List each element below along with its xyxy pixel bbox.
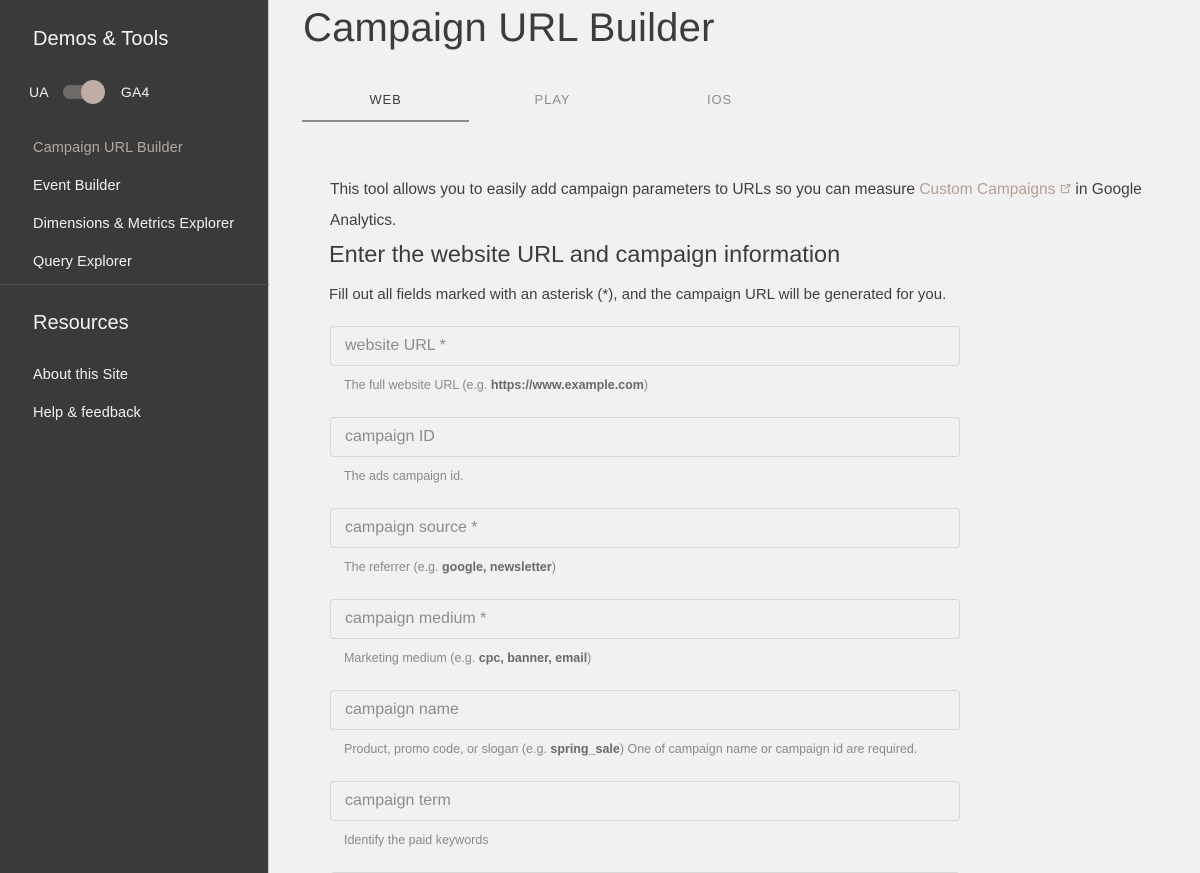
campaign-id-help: The ads campaign id. xyxy=(344,468,960,484)
custom-campaigns-link[interactable]: Custom Campaigns xyxy=(919,181,1075,198)
app-root: Demos & Tools UA GA4 Campaign URL Builde… xyxy=(0,0,1200,873)
tab-play[interactable]: PLAY xyxy=(469,92,636,122)
custom-campaigns-link-label: Custom Campaigns xyxy=(919,180,1056,198)
toggle-label-ga4: GA4 xyxy=(120,84,150,100)
campaign-id-input[interactable] xyxy=(330,417,960,457)
ua-ga4-toggle-switch[interactable] xyxy=(62,80,105,104)
field-group-campaign-term: Identify the paid keywords xyxy=(330,781,960,848)
campaign-name-help: Product, promo code, or slogan (e.g. spr… xyxy=(344,741,960,757)
campaign-term-input[interactable] xyxy=(330,781,960,821)
campaign-medium-input[interactable] xyxy=(330,599,960,639)
help-suffix: ) xyxy=(643,378,649,392)
help-prefix: The full website URL (e.g. xyxy=(344,378,491,392)
field-group-campaign-id: The ads campaign id. xyxy=(330,417,960,484)
campaign-source-input[interactable] xyxy=(330,508,960,548)
field-group-website-url: The full website URL (e.g. https://www.e… xyxy=(330,326,960,393)
sidebar-item-event-builder[interactable]: Event Builder xyxy=(0,167,269,205)
sidebar-divider xyxy=(0,284,269,285)
sidebar-item-help-feedback[interactable]: Help & feedback xyxy=(0,394,269,432)
tab-ios[interactable]: IOS xyxy=(636,92,803,122)
help-suffix: ) xyxy=(587,651,592,665)
tab-web[interactable]: WEB xyxy=(302,92,469,122)
field-group-campaign-medium: Marketing medium (e.g. cpc, banner, emai… xyxy=(330,599,960,666)
sidebar-item-query-explorer[interactable]: Query Explorer xyxy=(0,243,269,281)
help-prefix: Product, promo code, or slogan (e.g. xyxy=(344,742,551,756)
campaign-url-form: The full website URL (e.g. https://www.e… xyxy=(330,326,960,873)
toggle-label-ua: UA xyxy=(29,84,49,100)
section-heading: Enter the website URL and campaign infor… xyxy=(329,241,841,267)
website-url-help: The full website URL (e.g. https://www.e… xyxy=(344,377,960,393)
help-prefix: Identify the paid keywords xyxy=(344,833,489,847)
toggle-knob[interactable] xyxy=(80,80,105,104)
campaign-name-input[interactable] xyxy=(330,690,960,730)
campaign-source-help: The referrer (e.g. google, newsletter) xyxy=(344,559,960,575)
intro-text-before: This tool allows you to easily add campa… xyxy=(330,180,920,198)
help-suffix: ) One of campaign name or campaign id ar… xyxy=(619,742,918,756)
field-group-campaign-name: Product, promo code, or slogan (e.g. spr… xyxy=(330,690,960,757)
tab-bar: WEB PLAY IOS xyxy=(302,92,927,122)
campaign-medium-help: Marketing medium (e.g. cpc, banner, emai… xyxy=(344,650,960,666)
page-title: Campaign URL Builder xyxy=(303,6,715,50)
help-bold: cpc, banner, email xyxy=(478,651,588,665)
sidebar-item-dimensions-metrics-explorer[interactable]: Dimensions & Metrics Explorer xyxy=(0,205,269,243)
sidebar-heading-demos: Demos & Tools xyxy=(33,28,169,50)
external-link-icon xyxy=(1059,176,1072,206)
main-content: Campaign URL Builder WEB PLAY IOS This t… xyxy=(269,0,1200,873)
help-prefix: The referrer (e.g. xyxy=(344,560,442,574)
help-bold: google, newsletter xyxy=(441,560,552,574)
website-url-input[interactable] xyxy=(330,326,960,366)
ua-ga4-toggle-row[interactable]: UA GA4 xyxy=(29,80,149,104)
help-prefix: Marketing medium (e.g. xyxy=(344,651,479,665)
field-group-campaign-source: The referrer (e.g. google, newsletter) xyxy=(330,508,960,575)
campaign-term-help: Identify the paid keywords xyxy=(344,832,960,848)
help-suffix: ) xyxy=(551,560,556,574)
intro-paragraph: This tool allows you to easily add campa… xyxy=(330,175,1200,236)
help-prefix: The ads campaign id. xyxy=(344,469,464,483)
sidebar-item-campaign-url-builder[interactable]: Campaign URL Builder xyxy=(0,129,269,167)
sidebar: Demos & Tools UA GA4 Campaign URL Builde… xyxy=(0,0,269,873)
sidebar-nav-resources: About this Site Help & feedback xyxy=(0,356,269,432)
sidebar-nav-demos: Campaign URL Builder Event Builder Dimen… xyxy=(0,129,269,281)
sidebar-item-about-this-site[interactable]: About this Site xyxy=(0,356,269,394)
sidebar-heading-resources: Resources xyxy=(33,312,129,334)
help-bold: spring_sale xyxy=(550,742,620,756)
help-bold: https://www.example.com xyxy=(490,378,644,392)
section-subtitle: Fill out all fields marked with an aster… xyxy=(329,286,947,303)
